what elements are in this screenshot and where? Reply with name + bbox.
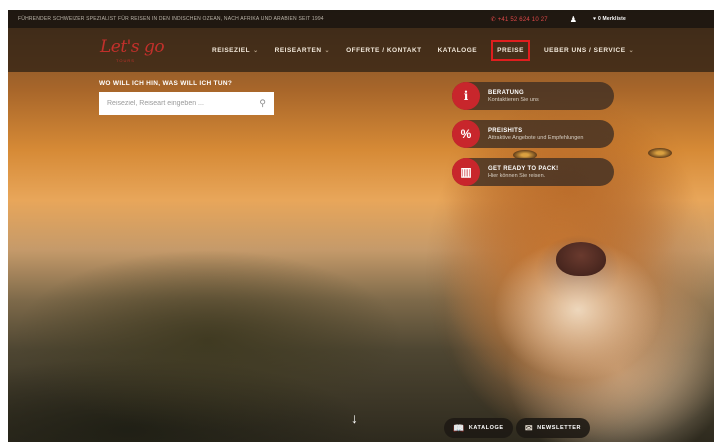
chevron-down-icon: ⌄ xyxy=(628,47,635,54)
main-navbar: Let's go TOURS Reiseziel ⌄ Reisearten ⌄ Of… xyxy=(8,28,714,72)
wishlist-label: 0 Merkliste xyxy=(597,16,626,22)
nav-label: Preise xyxy=(497,46,524,54)
arrow-down-icon[interactable]: ↓ xyxy=(351,410,358,426)
phone-link[interactable]: ✆ +41 52 624 10 27 xyxy=(491,16,548,23)
search-icon[interactable]: ⚲ xyxy=(259,98,266,109)
nav-label: Offerte / Kontakt xyxy=(346,46,422,54)
nav-label: Kataloge xyxy=(437,46,478,54)
lion-eye-right xyxy=(648,148,672,158)
search-input[interactable] xyxy=(107,100,260,107)
nav-item-reisearten[interactable]: Reisearten ⌄ xyxy=(275,47,330,54)
percent-icon: % xyxy=(452,120,480,148)
phone-number: +41 52 624 10 27 xyxy=(497,16,548,23)
nav-label: Reisearten xyxy=(274,46,322,54)
top-bar: Führender Schweizer Spezialist für Reise… xyxy=(8,10,714,28)
heart-icon: ♥ xyxy=(593,16,597,22)
logo-subtitle: TOURS xyxy=(116,58,135,63)
quick-link-title: PREISHITS xyxy=(488,127,523,134)
search-heading: WO WILL ICH HIN, WAS WILL ICH TUN? xyxy=(99,80,233,87)
quick-link-subtitle: Hier können Sie reisen. xyxy=(488,172,546,179)
nav-item-preise[interactable]: Preise xyxy=(491,39,530,61)
logo[interactable]: Let's go xyxy=(100,37,165,57)
quick-link-get-ready[interactable]: ▥ GET READY TO PACK! Hier können Sie rei… xyxy=(452,158,614,186)
chevron-down-icon: ⌄ xyxy=(253,47,259,54)
hero-frame: Führender Schweizer Spezialist für Reise… xyxy=(8,10,714,442)
quick-link-title: GET READY TO PACK! xyxy=(488,165,559,172)
nav-label: Ueber uns / Service xyxy=(543,46,626,54)
nav-item-reiseziel[interactable]: Reiseziel ⌄ xyxy=(212,47,259,54)
quick-link-title: BERATUNG xyxy=(488,89,524,96)
kataloge-label: KATALOGE xyxy=(468,425,504,431)
map-icon: ▥ xyxy=(452,158,480,186)
newsletter-button[interactable]: ✉ NEWSLETTER xyxy=(516,418,591,438)
nav-item-kataloge[interactable]: Kataloge xyxy=(438,47,478,54)
quick-link-preishits[interactable]: % PREISHITS Attraktive Angebote und Empf… xyxy=(452,120,614,148)
newsletter-icon: ✉ xyxy=(525,422,534,433)
wishlist-link[interactable]: ♥ 0 Merkliste xyxy=(593,16,626,22)
tagline: Führender Schweizer Spezialist für Reise… xyxy=(18,16,324,22)
kataloge-button[interactable]: 📖 KATALOGE xyxy=(444,418,513,438)
lion-nose xyxy=(556,242,606,276)
search-box[interactable]: ⚲ xyxy=(99,92,274,115)
nav-menu: Reiseziel ⌄ Reisearten ⌄ Offerte / Kontakt… xyxy=(212,28,650,72)
nav-item-offerte-kontakt[interactable]: Offerte / Kontakt xyxy=(346,47,422,54)
nav-item-ueber-uns[interactable]: Ueber uns / Service ⌄ xyxy=(544,47,634,54)
quick-link-subtitle: Attraktive Angebote und Empfehlungen xyxy=(488,134,584,141)
book-icon: 📖 xyxy=(453,422,465,433)
nav-label: Reiseziel xyxy=(212,46,251,54)
info-icon: i xyxy=(452,82,480,110)
chevron-down-icon: ⌄ xyxy=(324,47,331,54)
newsletter-label: NEWSLETTER xyxy=(537,425,582,431)
quick-link-subtitle: Kontaktieren Sie uns xyxy=(488,96,539,103)
quick-link-beratung[interactable]: i BERATUNG Kontaktieren Sie uns xyxy=(452,82,614,110)
user-icon[interactable]: ♟ xyxy=(570,15,577,24)
